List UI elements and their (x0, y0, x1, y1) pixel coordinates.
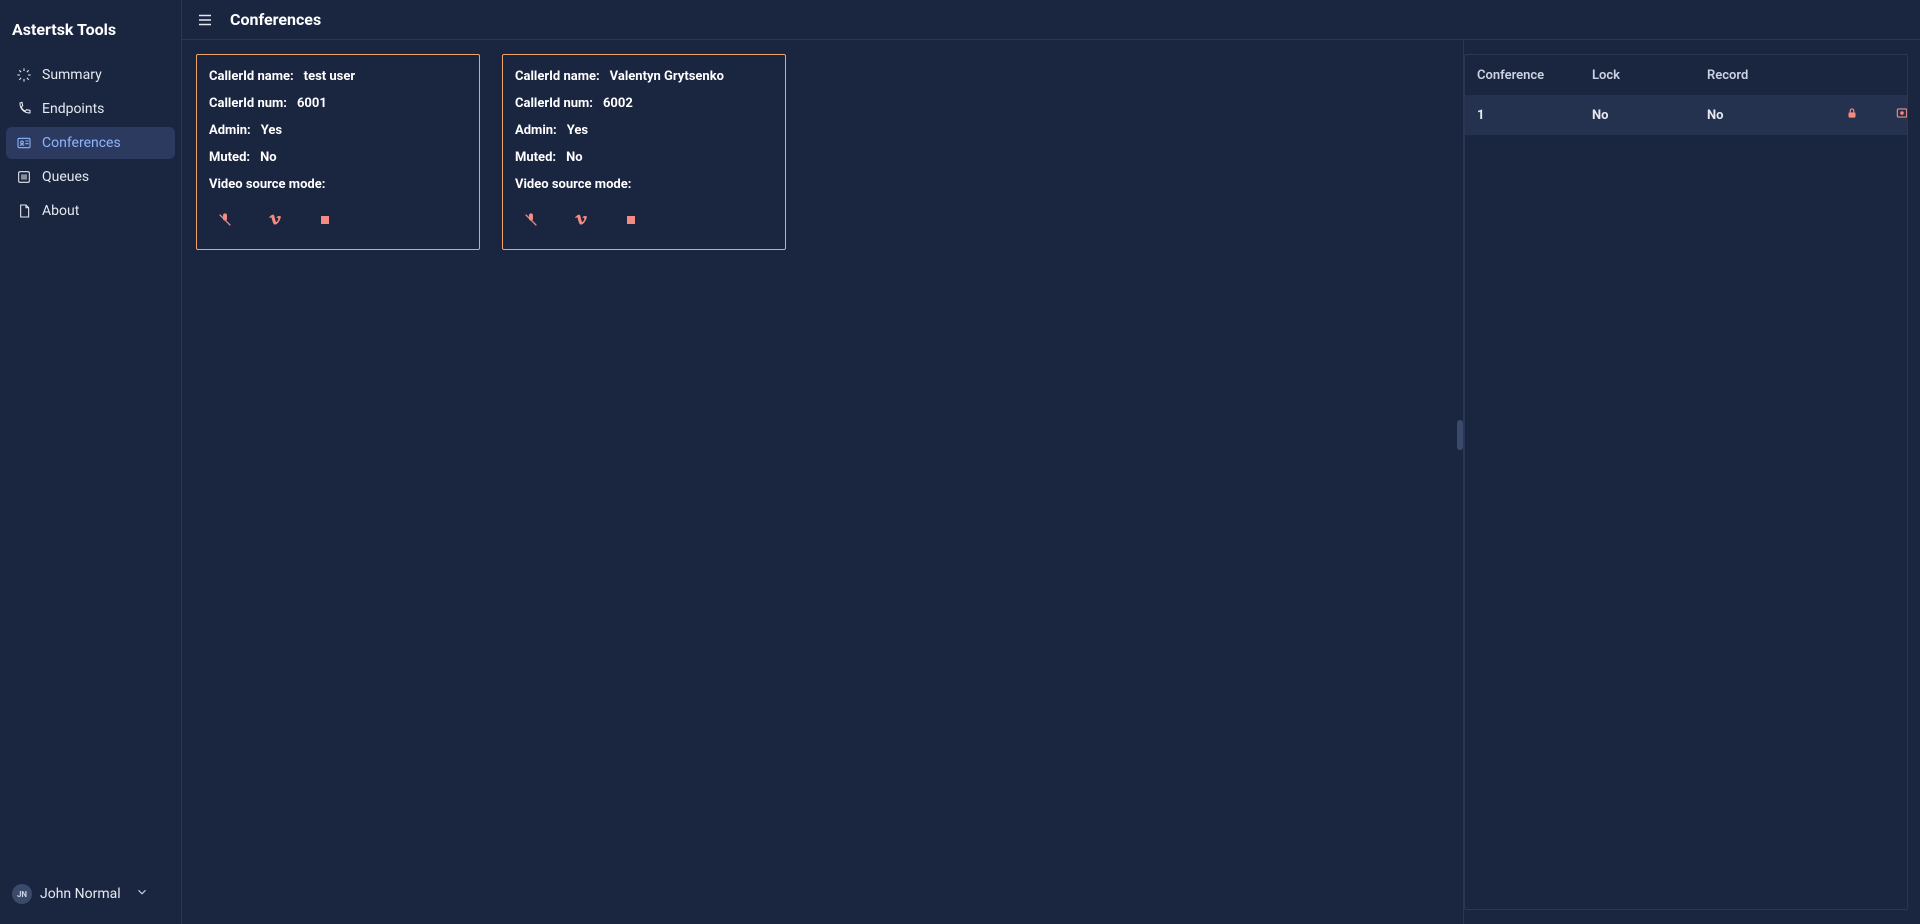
kick-button[interactable] (315, 212, 335, 232)
video-button[interactable] (571, 212, 591, 232)
stop-icon (317, 212, 333, 232)
label-video-mode: Video source mode: (515, 177, 631, 192)
user-name: John Normal (40, 886, 121, 902)
sidebar-item-summary[interactable]: Summary (6, 59, 175, 91)
menu-toggle-button[interactable] (196, 11, 214, 29)
sidebar-item-endpoints[interactable]: Endpoints (6, 93, 175, 125)
cell-record: No (1707, 108, 1827, 123)
value-callerid-name: test user (304, 69, 355, 84)
video-button[interactable] (265, 212, 285, 232)
participants-area: CallerId name: test user CallerId num: 6… (182, 40, 1463, 924)
label-callerid-num: CallerId num: (515, 96, 593, 111)
mute-button[interactable] (521, 212, 541, 232)
value-callerid-num: 6002 (603, 96, 633, 111)
nav: Summary Endpoints Conferences Queues (0, 59, 181, 874)
microphone-slash-icon (523, 212, 539, 232)
value-callerid-name: Valentyn Grytsenko (610, 69, 724, 84)
lock-action-button[interactable] (1827, 106, 1877, 124)
value-admin: Yes (261, 123, 282, 138)
vimeo-icon (267, 212, 283, 232)
value-callerid-num: 6001 (297, 96, 327, 111)
vimeo-icon (573, 212, 589, 232)
label-callerid-name: CallerId name: (209, 69, 294, 84)
label-admin: Admin: (209, 123, 251, 138)
sidebar-item-label: Summary (42, 67, 102, 83)
header-record: Record (1707, 68, 1827, 83)
topbar: Conferences (182, 0, 1920, 40)
sidebar-item-queues[interactable]: Queues (6, 161, 175, 193)
table-header-row: Conference Lock Record (1465, 55, 1907, 95)
brand-title: Astertsk Tools (0, 12, 181, 59)
chevron-down-icon (135, 885, 149, 903)
value-admin: Yes (567, 123, 588, 138)
conferences-panel: Conference Lock Record 1 No No (1463, 40, 1920, 924)
queue-icon (16, 169, 32, 185)
header-conference: Conference (1477, 68, 1592, 83)
sidebar: Astertsk Tools Summary Endpoints Confere… (0, 0, 182, 924)
value-muted: No (566, 150, 583, 165)
label-muted: Muted: (515, 150, 556, 165)
cell-lock: No (1592, 108, 1707, 123)
header-lock: Lock (1592, 68, 1707, 83)
label-video-mode: Video source mode: (209, 177, 325, 192)
lock-icon (1845, 106, 1859, 124)
record-action-button[interactable] (1877, 106, 1908, 124)
sidebar-item-conferences[interactable]: Conferences (6, 127, 175, 159)
file-icon (16, 203, 32, 219)
cell-conference: 1 (1477, 108, 1592, 123)
label-callerid-name: CallerId name: (515, 69, 600, 84)
sidebar-item-label: About (42, 203, 79, 219)
sidebar-item-about[interactable]: About (6, 195, 175, 227)
scrollbar-thumb[interactable] (1457, 420, 1463, 450)
microphone-slash-icon (217, 212, 233, 232)
stop-icon (623, 212, 639, 232)
avatar: JN (12, 884, 32, 904)
participant-card: CallerId name: Valentyn Grytsenko Caller… (502, 54, 786, 250)
conferences-table: Conference Lock Record 1 No No (1464, 54, 1908, 910)
sidebar-item-label: Queues (42, 169, 89, 185)
id-card-icon (16, 135, 32, 151)
kick-button[interactable] (621, 212, 641, 232)
sidebar-item-label: Conferences (42, 135, 121, 151)
participant-card: CallerId name: test user CallerId num: 6… (196, 54, 480, 250)
user-menu[interactable]: JN John Normal (0, 874, 181, 914)
page-title: Conferences (230, 10, 321, 29)
label-muted: Muted: (209, 150, 250, 165)
phone-icon (16, 101, 32, 117)
mute-button[interactable] (215, 212, 235, 232)
value-muted: No (260, 150, 277, 165)
record-box-icon (1895, 106, 1908, 124)
table-row[interactable]: 1 No No (1465, 95, 1907, 135)
label-callerid-num: CallerId num: (209, 96, 287, 111)
summary-icon (16, 67, 32, 83)
label-admin: Admin: (515, 123, 557, 138)
sidebar-item-label: Endpoints (42, 101, 104, 117)
